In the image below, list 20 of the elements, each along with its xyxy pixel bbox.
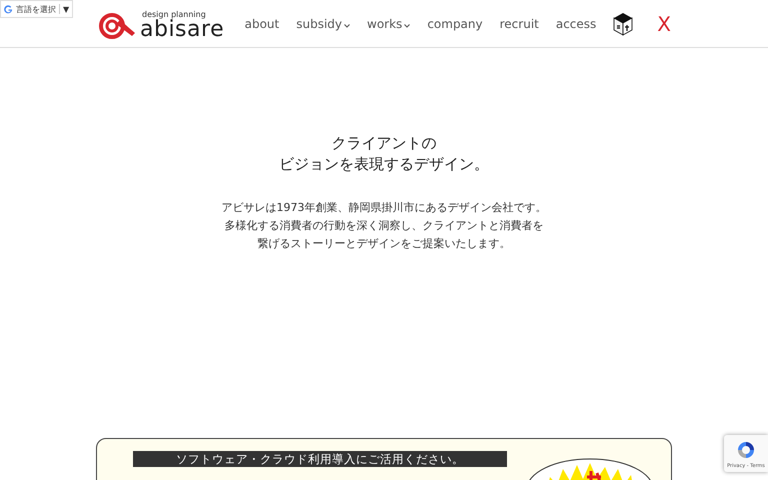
language-selector[interactable]: 言語を選択 ▼ xyxy=(0,0,74,18)
cube-icon[interactable] xyxy=(613,12,634,36)
nav-link[interactable]: about xyxy=(244,16,280,30)
nav-link[interactable]: works xyxy=(367,16,410,30)
nav-link[interactable]: access xyxy=(556,16,596,30)
nav-link[interactable]: company xyxy=(427,16,483,30)
banner-title: ソフトウェア・クラウド利用導入にご活用ください。 xyxy=(133,451,507,467)
nav-link[interactable]: recruit xyxy=(500,16,539,30)
chevron-down-icon xyxy=(344,24,350,28)
recaptcha-icon xyxy=(735,439,757,461)
close-button[interactable]: X xyxy=(657,12,671,36)
logo-mark-icon xyxy=(99,12,137,40)
google-g-icon xyxy=(4,4,13,14)
logo-tagline: design planning xyxy=(142,10,207,18)
nav-link[interactable]: subsidy xyxy=(296,16,350,30)
subsidy-banner[interactable]: ソフトウェア・クラウド利用導入にご活用ください。 xyxy=(96,438,672,480)
logo-text[interactable]: abisare xyxy=(140,18,224,40)
hero-description: アビサレは1973年創業、静岡県掛川市にあるデザイン会社です。 多様化する消費者の行動を深く洞察し、クライアントと消費者を 繋げるストーリーとデザインをご提案いたします。 xyxy=(222,200,546,252)
hero-heading: クライアントの ビジョンを表現するデザイン。 xyxy=(279,133,489,175)
chevron-down-icon xyxy=(404,24,410,28)
